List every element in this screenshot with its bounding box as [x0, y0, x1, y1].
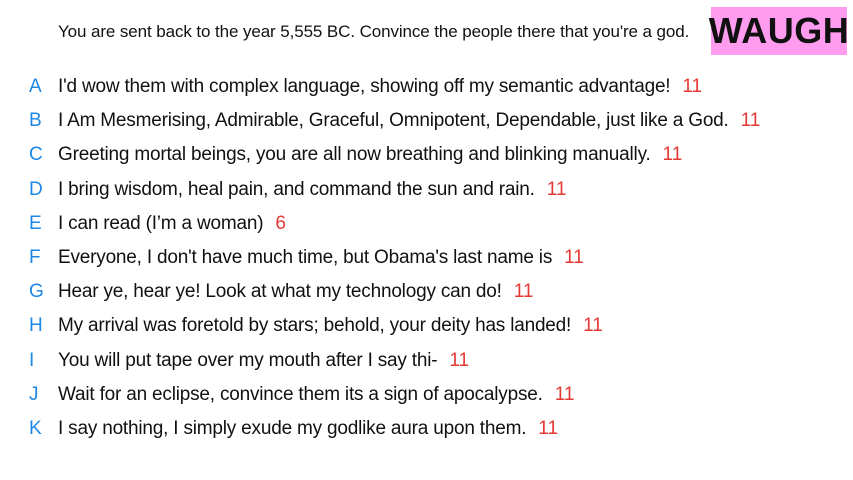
answer-text: I bring wisdom, heal pain, and command t…: [58, 178, 535, 200]
answer-row: I You will put tape over my mouth after …: [0, 344, 760, 378]
answer-letter: B: [29, 110, 42, 132]
answer-score: 11: [554, 383, 575, 405]
answer-letter: F: [29, 247, 41, 269]
prompt-text: You are sent back to the year 5,555 BC. …: [58, 22, 690, 41]
answer-score: 11: [538, 417, 559, 439]
answer-list: A I'd wow them with complex language, sh…: [0, 70, 760, 446]
answer-score: 11: [740, 110, 761, 132]
answer-letter: I: [29, 349, 35, 371]
answer-score: 11: [564, 247, 584, 269]
answer-text: I'd wow them with complex language, show…: [58, 76, 671, 98]
answer-letter: C: [29, 144, 43, 166]
answer-text: Wait for an eclipse, convince them its a…: [58, 383, 543, 405]
answer-letter: J: [29, 383, 39, 405]
answer-text: I Am Mesmerising, Admirable, Graceful, O…: [58, 110, 729, 132]
answer-text: I can read (I’m a woman): [58, 212, 264, 234]
answer-letter: H: [29, 315, 43, 337]
answer-letter: E: [29, 212, 42, 234]
answer-row: H My arrival was foretold by stars; beho…: [0, 309, 760, 343]
answer-row: G Hear ye, hear ye! Look at what my tech…: [0, 275, 760, 309]
answer-text: You will put tape over my mouth after I …: [58, 349, 438, 371]
answer-text: I say nothing, I simply exude my godlike…: [58, 417, 527, 439]
answer-row: E I can read (I’m a woman) 6: [0, 207, 760, 241]
answer-row: A I'd wow them with complex language, sh…: [0, 70, 760, 104]
answer-score: 11: [513, 281, 534, 303]
answer-row: J Wait for an eclipse, convince them its…: [0, 378, 760, 412]
answer-score: 11: [662, 144, 683, 166]
answer-row: F Everyone, I don't have much time, but …: [0, 241, 760, 275]
answer-row: K I say nothing, I simply exude my godli…: [0, 412, 760, 446]
answer-score: 11: [449, 349, 470, 371]
answer-text: My arrival was foretold by stars; behold…: [58, 315, 572, 337]
name-badge: WAUGH: [708, 7, 850, 55]
answer-letter: G: [29, 281, 44, 303]
answer-row: B I Am Mesmerising, Admirable, Graceful,…: [0, 104, 760, 138]
answer-score: 6: [275, 212, 286, 234]
answer-row: C Greeting mortal beings, you are all no…: [0, 138, 760, 172]
answer-letter: D: [29, 178, 43, 200]
answer-score: 11: [546, 178, 567, 200]
name-badge-label: WAUGH: [708, 10, 850, 51]
answer-letter: K: [29, 417, 42, 439]
answer-text: Hear ye, hear ye! Look at what my techno…: [58, 281, 502, 303]
answer-score: 11: [682, 76, 703, 98]
answer-text: Greeting mortal beings, you are all now …: [58, 144, 651, 166]
answer-text: Everyone, I don't have much time, but Ob…: [58, 247, 553, 269]
answer-score: 11: [583, 315, 603, 337]
answer-row: D I bring wisdom, heal pain, and command…: [0, 173, 760, 207]
answer-letter: A: [29, 76, 42, 98]
